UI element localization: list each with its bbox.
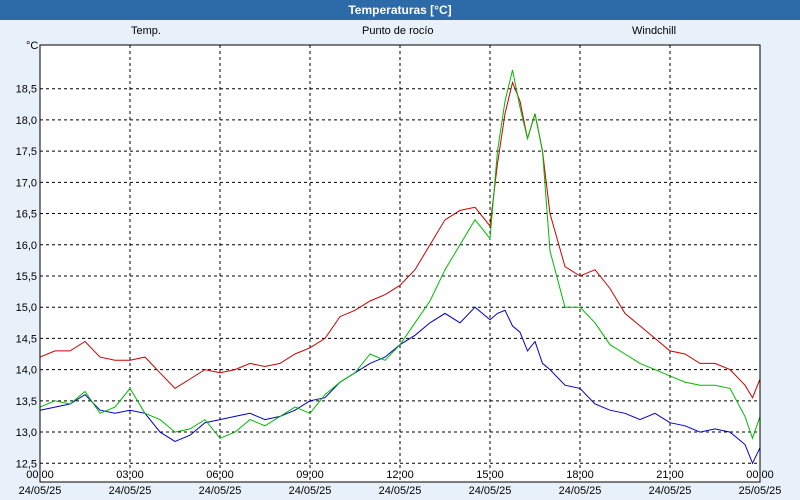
x-tick-date: 24/05/25 [109, 485, 152, 497]
x-axis-ticks: 00:0024/05/2503:0024/05/2506:0024/05/250… [19, 469, 782, 497]
x-tick-time: 09:00 [296, 469, 324, 481]
y-tick-label: 18,0 [16, 115, 37, 127]
y-tick-label: 16,5 [16, 209, 37, 221]
y-tick-label: 14,0 [16, 365, 37, 377]
x-tick-date: 24/05/25 [559, 485, 602, 497]
x-tick-date: 24/05/25 [19, 485, 62, 497]
x-tick-time: 15:00 [476, 469, 504, 481]
y-tick-label: 13,0 [16, 427, 37, 439]
y-tick-label: 15,0 [16, 302, 37, 314]
x-tick-time: 12:00 [386, 469, 414, 481]
x-tick-time: 18:00 [566, 469, 594, 481]
temperature-chart: 12,513,013,514,014,515,015,516,016,517,0… [16, 44, 782, 497]
y-tick-label: 18,5 [16, 84, 37, 96]
chart-title: Temperaturas [°C] [0, 0, 800, 20]
y-tick-label: 14,5 [16, 333, 37, 345]
y-axis-ticks: 12,513,013,514,014,515,015,516,016,517,0… [16, 84, 37, 471]
y-tick-label: 15,5 [16, 271, 37, 283]
x-tick-date: 24/05/25 [199, 485, 242, 497]
x-tick-date: 24/05/25 [649, 485, 692, 497]
x-tick-time: 06:00 [206, 469, 234, 481]
x-tick-time: 21:00 [656, 469, 684, 481]
x-tick-time: 03:00 [116, 469, 144, 481]
y-tick-label: 13,5 [16, 396, 37, 408]
x-tick-date: 24/05/25 [289, 485, 332, 497]
y-tick-label: 17,5 [16, 146, 37, 158]
x-tick-date: 24/05/25 [379, 485, 422, 497]
y-tick-label: 17,0 [16, 177, 37, 189]
x-tick-date: 24/05/25 [469, 485, 512, 497]
x-tick-date: 25/05/25 [739, 485, 782, 497]
y-tick-label: 16,0 [16, 240, 37, 252]
